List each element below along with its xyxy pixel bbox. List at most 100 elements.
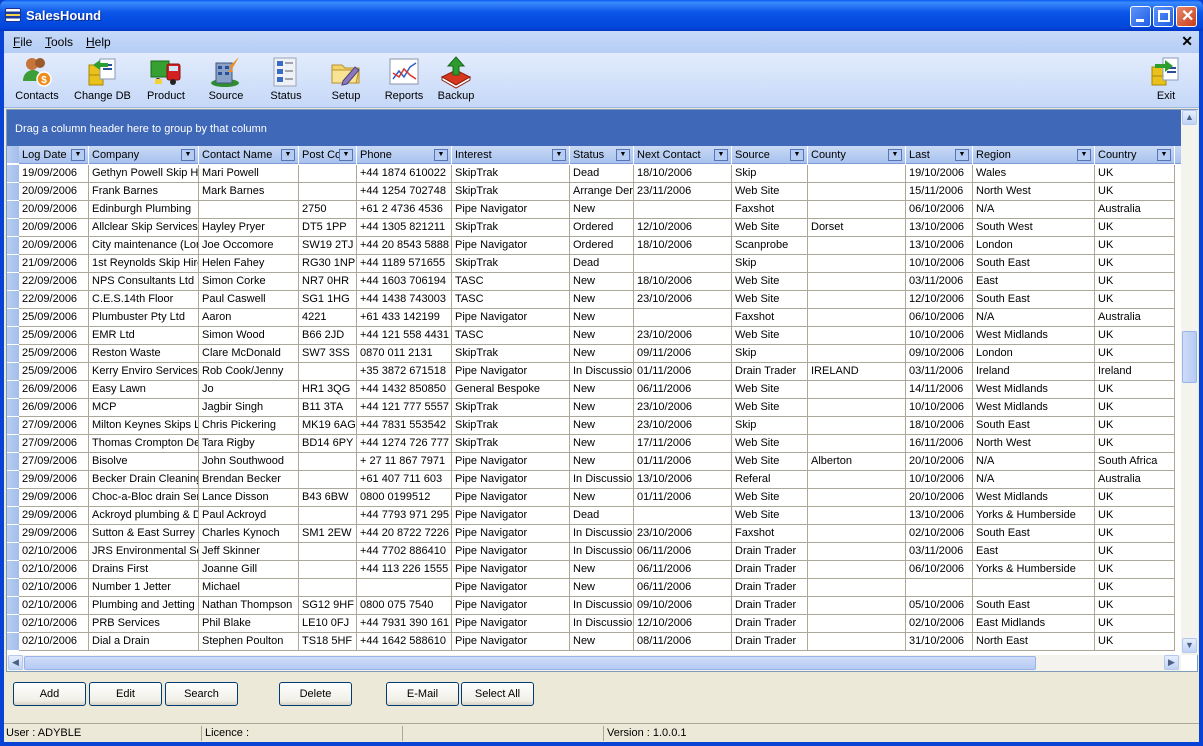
row-selector[interactable] bbox=[7, 237, 19, 255]
column-filter-dropdown-icon[interactable]: ▼ bbox=[714, 149, 728, 161]
table-row[interactable]: 25/09/2006 Plumbuster Pty Ltd Aaron 4221 +61… bbox=[7, 309, 1181, 327]
column-header-last[interactable]: Last ▼ bbox=[906, 146, 973, 164]
table-row[interactable]: 26/09/2006 Easy Lawn Jo HR1 3QG +44 1432 850… bbox=[7, 381, 1181, 399]
table-row[interactable]: 29/09/2006 Ackroyd plumbing & D Paul Ackro… bbox=[7, 507, 1181, 525]
vertical-scrollbar[interactable]: ▲ ▼ bbox=[1181, 110, 1198, 655]
cell-phone[interactable]: +61 407 711 603 bbox=[357, 471, 452, 489]
cell-region[interactable]: N/A bbox=[973, 201, 1095, 219]
cell-county[interactable] bbox=[808, 489, 906, 507]
cell-contact-name[interactable]: Stephen Poulton bbox=[199, 633, 299, 651]
cell-contact-name[interactable]: Rob Cook/Jenny bbox=[199, 363, 299, 381]
cell-post-co[interactable]: 2750 bbox=[299, 201, 357, 219]
cell-interest[interactable]: Pipe Navigator bbox=[452, 633, 570, 651]
cell-source[interactable]: Scanprobe bbox=[732, 237, 808, 255]
cell-source[interactable]: Web Site bbox=[732, 273, 808, 291]
cell-phone[interactable]: +44 1305 821211 bbox=[357, 219, 452, 237]
cell-source[interactable]: Referal bbox=[732, 471, 808, 489]
cell-region[interactable]: West Midlands bbox=[973, 381, 1095, 399]
row-selector[interactable] bbox=[7, 453, 19, 471]
cell-status[interactable]: New bbox=[570, 435, 634, 453]
cell-status[interactable]: New bbox=[570, 273, 634, 291]
cell-interest[interactable]: Pipe Navigator bbox=[452, 561, 570, 579]
table-row[interactable]: 02/10/2006 Dial a Drain Stephen Poulton TS1… bbox=[7, 633, 1181, 651]
cell-source[interactable]: Web Site bbox=[732, 489, 808, 507]
cell-company[interactable]: Kerry Enviro Services bbox=[89, 363, 199, 381]
cell-log-date[interactable]: 25/09/2006 bbox=[19, 345, 89, 363]
cell-log-date[interactable]: 25/09/2006 bbox=[19, 327, 89, 345]
cell-company[interactable]: Bisolve bbox=[89, 453, 199, 471]
cell-interest[interactable]: Pipe Navigator bbox=[452, 543, 570, 561]
cell-country[interactable]: Australia bbox=[1095, 201, 1175, 219]
cell-log-date[interactable]: 20/09/2006 bbox=[19, 237, 89, 255]
row-selector[interactable] bbox=[7, 471, 19, 489]
column-header-next-contact[interactable]: Next Contact ▼ bbox=[634, 146, 732, 164]
cell-next-contact[interactable]: 23/10/2006 bbox=[634, 291, 732, 309]
cell-next-contact[interactable]: 18/10/2006 bbox=[634, 165, 732, 183]
cell-country[interactable]: UK bbox=[1095, 327, 1175, 345]
toolbar-source[interactable]: Source bbox=[204, 55, 248, 105]
cell-county[interactable] bbox=[808, 165, 906, 183]
cell-contact-name[interactable]: Helen Fahey bbox=[199, 255, 299, 273]
cell-contact-name[interactable]: Chris Pickering bbox=[199, 417, 299, 435]
cell-country[interactable]: Australia bbox=[1095, 471, 1175, 489]
cell-log-date[interactable]: 02/10/2006 bbox=[19, 561, 89, 579]
cell-last[interactable]: 06/10/2006 bbox=[906, 561, 973, 579]
cell-company[interactable]: JRS Environmental Se bbox=[89, 543, 199, 561]
row-selector[interactable] bbox=[7, 543, 19, 561]
cell-status[interactable]: In Discussio bbox=[570, 471, 634, 489]
cell-interest[interactable]: Pipe Navigator bbox=[452, 201, 570, 219]
cell-interest[interactable]: General Bespoke bbox=[452, 381, 570, 399]
cell-company[interactable]: MCP bbox=[89, 399, 199, 417]
cell-log-date[interactable]: 27/09/2006 bbox=[19, 453, 89, 471]
cell-next-contact[interactable]: 01/11/2006 bbox=[634, 363, 732, 381]
table-row[interactable]: 26/09/2006 MCP Jagbir Singh B11 3TA +44 121 … bbox=[7, 399, 1181, 417]
cell-last[interactable]: 13/10/2006 bbox=[906, 219, 973, 237]
column-filter-dropdown-icon[interactable]: ▼ bbox=[281, 149, 295, 161]
column-header-region[interactable]: Region ▼ bbox=[973, 146, 1095, 164]
cell-post-co[interactable]: DT5 1PP bbox=[299, 219, 357, 237]
cell-contact-name[interactable]: Phil Blake bbox=[199, 615, 299, 633]
cell-region[interactable]: North East bbox=[973, 633, 1095, 651]
cell-phone[interactable]: +44 7931 390 161 bbox=[357, 615, 452, 633]
cell-company[interactable]: Edinburgh Plumbing bbox=[89, 201, 199, 219]
cell-interest[interactable]: Pipe Navigator bbox=[452, 507, 570, 525]
cell-county[interactable] bbox=[808, 399, 906, 417]
cell-log-date[interactable]: 20/09/2006 bbox=[19, 183, 89, 201]
column-filter-dropdown-icon[interactable]: ▼ bbox=[181, 149, 195, 161]
cell-contact-name[interactable]: Nathan Thompson bbox=[199, 597, 299, 615]
row-selector[interactable] bbox=[7, 183, 19, 201]
cell-source[interactable]: Drain Trader bbox=[732, 579, 808, 597]
cell-post-co[interactable]: SG1 1HG bbox=[299, 291, 357, 309]
cell-last[interactable]: 20/10/2006 bbox=[906, 453, 973, 471]
cell-interest[interactable]: Pipe Navigator bbox=[452, 363, 570, 381]
cell-post-co[interactable]: BD14 6PY bbox=[299, 435, 357, 453]
toolbar-exit[interactable]: Exit bbox=[1148, 55, 1184, 105]
cell-source[interactable]: Web Site bbox=[732, 435, 808, 453]
cell-phone[interactable] bbox=[357, 579, 452, 597]
cell-log-date[interactable]: 20/09/2006 bbox=[19, 201, 89, 219]
cell-phone[interactable]: +44 1438 743003 bbox=[357, 291, 452, 309]
table-row[interactable]: 20/09/2006 Edinburgh Plumbing 2750 +61 2 47… bbox=[7, 201, 1181, 219]
cell-country[interactable]: UK bbox=[1095, 237, 1175, 255]
cell-region[interactable]: London bbox=[973, 237, 1095, 255]
cell-interest[interactable]: Pipe Navigator bbox=[452, 237, 570, 255]
column-filter-dropdown-icon[interactable]: ▼ bbox=[339, 149, 353, 161]
cell-region[interactable]: West Midlands bbox=[973, 327, 1095, 345]
row-selector[interactable] bbox=[7, 417, 19, 435]
cell-status[interactable]: New bbox=[570, 417, 634, 435]
cell-phone[interactable]: +44 121 558 4431 bbox=[357, 327, 452, 345]
cell-county[interactable] bbox=[808, 579, 906, 597]
cell-post-co[interactable]: HR1 3QG bbox=[299, 381, 357, 399]
cell-company[interactable]: PRB Services bbox=[89, 615, 199, 633]
cell-region[interactable]: North West bbox=[973, 435, 1095, 453]
cell-company[interactable]: Number 1 Jetter bbox=[89, 579, 199, 597]
cell-next-contact[interactable]: 06/11/2006 bbox=[634, 561, 732, 579]
cell-status[interactable]: New bbox=[570, 327, 634, 345]
cell-country[interactable]: UK bbox=[1095, 489, 1175, 507]
cell-county[interactable]: Alberton bbox=[808, 453, 906, 471]
cell-source[interactable]: Web Site bbox=[732, 219, 808, 237]
cell-source[interactable]: Faxshot bbox=[732, 309, 808, 327]
cell-company[interactable]: Thomas Crompton De bbox=[89, 435, 199, 453]
column-filter-dropdown-icon[interactable]: ▼ bbox=[1077, 149, 1091, 161]
cell-status[interactable]: New bbox=[570, 453, 634, 471]
